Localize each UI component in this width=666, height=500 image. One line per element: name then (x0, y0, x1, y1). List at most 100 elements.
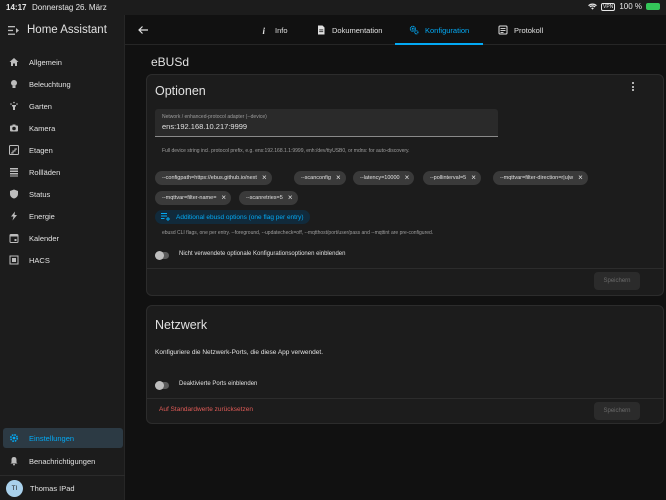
sidebar-item-kalender[interactable]: Kalender (3, 228, 123, 248)
reset-defaults-button[interactable]: Auf Standardwerte zurücksetzen (159, 406, 253, 413)
tab-konfiguration[interactable]: Konfiguration (395, 15, 484, 45)
tab-info[interactable]: i Info (259, 15, 288, 45)
device-field[interactable]: Network / enhanced-protocol adapter (--d… (155, 109, 498, 137)
sidebar-item-rolllaeden[interactable]: Rollläden (3, 162, 123, 182)
sidebar-item-label: Beleuchtung (29, 79, 71, 89)
page-title: eBUSd (151, 55, 190, 69)
card-divider (147, 268, 663, 269)
sidebar-item-benachrichtigungen[interactable]: Benachrichtigungen (3, 451, 123, 471)
sidebar-item-kamera[interactable]: Kamera (3, 118, 123, 138)
calendar-icon (9, 234, 19, 243)
sidebar-user[interactable]: TI Thomas IPad (3, 477, 123, 499)
sidebar-item-label: Rollläden (29, 167, 61, 177)
sidebar-item-allgemein[interactable]: Allgemein (3, 52, 123, 72)
chip-label: --latency=10000 (360, 175, 400, 181)
chip-remove-icon[interactable]: × (221, 194, 226, 202)
battery-percent: 100 % (619, 2, 642, 11)
sidebar-header: Home Assistant (0, 15, 124, 45)
chip-remove-icon[interactable]: × (471, 174, 476, 182)
stairs-icon (9, 145, 19, 155)
chip-remove-icon[interactable]: × (288, 194, 293, 202)
chip-label: --scanconfig (301, 175, 331, 181)
chip-label: --pollinterval=5 (430, 175, 467, 181)
sidebar-item-label: Status (29, 189, 51, 199)
chip-remove-icon[interactable]: × (262, 174, 267, 182)
status-date: Donnerstag 26. März (32, 3, 107, 12)
sidebar-item-beleuchtung[interactable]: Beleuchtung (3, 74, 123, 94)
options-title: Optionen (155, 84, 206, 98)
chip-remove-icon[interactable]: × (336, 174, 341, 182)
device-helper-text: Full device string incl. protocol prefix… (162, 148, 410, 154)
sidebar-item-label: Allgemein (29, 57, 62, 67)
flag-chip: --latency=10000 × (353, 171, 415, 185)
sidebar-divider (0, 475, 125, 476)
hacs-icon (9, 255, 19, 265)
flag-chip: --mqttvar=filter-direction=r|u|w × (493, 171, 588, 185)
menu-collapse-icon[interactable] (8, 25, 19, 35)
shutter-icon (10, 168, 18, 177)
lightbulb-icon (11, 80, 17, 88)
add-flag-button[interactable]: Additional ebusd options (one flag per e… (155, 210, 310, 224)
flag-chip: --scanretries=5 × (239, 191, 298, 205)
info-icon: i (263, 26, 266, 35)
disabled-ports-toggle-label: Deaktivierte Ports einblenden (179, 381, 258, 387)
network-card: Netzwerk Konfiguriere die Netzwerk-Ports… (146, 305, 664, 424)
flag-chip: --pollinterval=5 × (423, 171, 481, 185)
more-options-icon[interactable] (628, 82, 638, 94)
status-indicators: VPN 100 % (588, 2, 660, 11)
sidebar-item-energie[interactable]: Energie (3, 206, 123, 226)
home-icon (9, 58, 19, 66)
sidebar-item-etagen[interactable]: Etagen (3, 140, 123, 160)
log-icon (498, 25, 508, 35)
flag-chip: --mqttvar=filter-name= × (155, 191, 232, 205)
sidebar-item-label: Kalender (29, 233, 60, 243)
chip-label: --mqttvar=filter-direction=r|u|w (500, 175, 574, 181)
options-card: Optionen Network / enhanced-protocol ada… (146, 74, 664, 296)
save-options-button[interactable]: Speichern (594, 272, 640, 290)
chip-remove-icon[interactable]: × (405, 174, 410, 182)
tab-label: Dokumentation (332, 25, 383, 35)
sidebar-item-label: Kamera (29, 123, 56, 133)
device-field-label: Network / enhanced-protocol adapter (--d… (162, 114, 267, 120)
svg-text:i: i (263, 26, 266, 35)
save-network-button[interactable]: Speichern (594, 402, 640, 420)
active-tab-indicator (395, 43, 484, 45)
app-title: Home Assistant (27, 24, 107, 36)
flag-chip: --configpath=https://ebus.github.io/next… (155, 171, 272, 185)
tab-label: Info (275, 25, 288, 35)
ios-status-bar: 14:17 Donnerstag 26. März VPN 100 % (0, 0, 666, 15)
back-arrow-icon[interactable] (137, 24, 149, 36)
device-input[interactable] (162, 122, 482, 131)
sidebar-item-label: HACS (29, 255, 50, 265)
tab-protokoll[interactable]: Protokoll (498, 15, 543, 45)
tab-dokumentation[interactable]: Dokumentation (316, 15, 382, 45)
battery-icon (646, 3, 660, 10)
sidebar: Home Assistant Allgemein Beleuchtung Gar… (0, 15, 125, 500)
sidebar-item-label: Einstellungen (29, 433, 75, 443)
sidebar-item-label: Etagen (29, 145, 53, 155)
sidebar-item-label: Garten (29, 101, 52, 111)
cogs-icon (409, 25, 419, 35)
chip-remove-icon[interactable]: × (578, 174, 583, 182)
unused-options-toggle-label: Nicht verwendete optionale Konfiguration… (179, 251, 346, 257)
playlist-plus-icon (161, 213, 170, 221)
gear-icon (9, 433, 19, 443)
unused-options-toggle[interactable] (155, 251, 169, 260)
chip-label: --mqttvar=filter-name= (162, 195, 217, 201)
add-flag-label: Additional ebusd options (one flag per e… (176, 213, 304, 221)
sidebar-item-einstellungen[interactable]: Einstellungen (3, 428, 123, 448)
network-title: Netzwerk (155, 318, 208, 332)
tab-label: Protokoll (514, 25, 544, 35)
disabled-ports-toggle[interactable] (155, 381, 169, 390)
document-icon (318, 25, 325, 35)
sidebar-item-status[interactable]: Status (3, 184, 123, 204)
sidebar-item-garten[interactable]: Garten (3, 96, 123, 116)
top-bar: i Info Dokumentation Konfiguration Proto… (125, 15, 666, 45)
avatar: TI (6, 479, 23, 497)
chip-label: --configpath=https://ebus.github.io/next (162, 175, 257, 181)
status-time: 14:17 (6, 3, 27, 12)
tab-label: Konfiguration (425, 25, 470, 35)
sidebar-item-hacs[interactable]: HACS (3, 250, 123, 270)
sprinkler-icon (10, 101, 18, 110)
card-divider (147, 398, 663, 399)
